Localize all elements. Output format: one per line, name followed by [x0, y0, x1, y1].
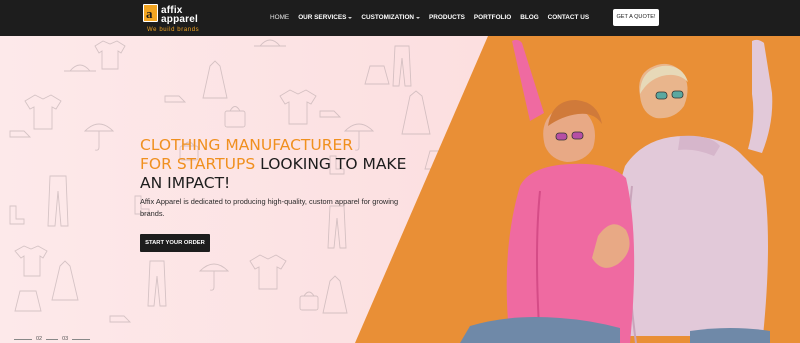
headline-highlight-2: FOR STARTUPS [140, 155, 256, 173]
headline-highlight-1: CLOTHING MANUFACTURER [140, 136, 354, 154]
nav-item-products[interactable]: PRODUCTS [429, 13, 465, 23]
nav-item-blog[interactable]: BLOG [520, 13, 538, 23]
slide-number-03[interactable]: 03 [62, 336, 68, 343]
headline-text-2: AN IMPACT! [140, 174, 231, 192]
hero-section: CLOTHING MANUFACTURER FOR STARTUPS LOOKI… [0, 36, 800, 343]
hero-description: Affix Apparel is dedicated to producing … [140, 197, 399, 218]
brand-logo[interactable]: a affix apparel We build brands [143, 4, 203, 33]
nav-item-home[interactable]: HOME [270, 13, 289, 23]
page: a affix apparel We build brands HOME OUR… [0, 0, 800, 343]
chevron-down-icon [416, 17, 421, 19]
slider-pagination: 02 03 [14, 336, 91, 343]
slider-line [72, 339, 91, 340]
start-your-order-button[interactable]: START YOUR ORDER [140, 234, 210, 252]
chevron-down-icon [348, 17, 353, 19]
slider-line [46, 339, 59, 340]
logo-name-line2: apparel [161, 14, 198, 25]
slide-number-02[interactable]: 02 [36, 336, 42, 343]
get-a-quote-button[interactable]: GET A QUOTE! [613, 9, 659, 26]
headline-text-1: LOOKING TO MAKE [260, 155, 407, 173]
nav-item-contact-us[interactable]: CONTACT US [548, 13, 589, 23]
slider-line [14, 339, 32, 340]
site-header: a affix apparel We build brands HOME OUR… [0, 0, 800, 36]
logo-tagline: We build brands [147, 27, 200, 33]
nav-item-our-services[interactable]: OUR SERVICES [298, 13, 353, 23]
hero-headline: CLOTHING MANUFACTURER FOR STARTUPS LOOKI… [140, 136, 420, 193]
logo-mark: a [143, 4, 158, 22]
main-nav: HOME OUR SERVICES CUSTOMIZATION PRODUCTS… [270, 13, 598, 23]
nav-item-portfolio[interactable]: PORTFOLIO [474, 13, 511, 23]
nav-item-customization[interactable]: CUSTOMIZATION [361, 13, 421, 23]
